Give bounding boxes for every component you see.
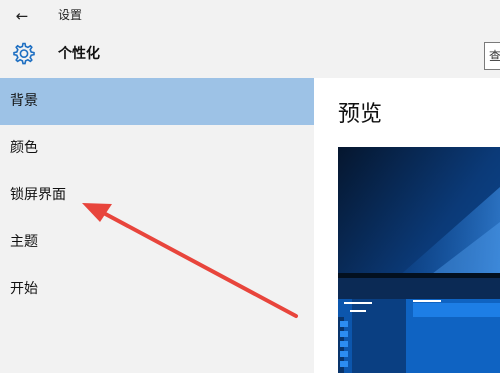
- search-input[interactable]: 查: [484, 42, 500, 70]
- desktop-preview: [338, 147, 500, 373]
- sidebar-item-background[interactable]: 背景: [0, 78, 314, 125]
- back-arrow-icon: ←: [15, 7, 29, 25]
- sidebar-item-start[interactable]: 开始: [0, 266, 314, 313]
- preview-heading: 预览: [338, 102, 383, 127]
- app-title: 设置: [58, 8, 83, 22]
- gear-icon: [13, 42, 35, 65]
- sidebar-item-lock-screen[interactable]: 锁屏界面: [0, 172, 314, 219]
- sidebar-item-themes[interactable]: 主题: [0, 219, 314, 266]
- page-header: 个性化 查: [0, 32, 500, 78]
- sidebar: 背景 颜色 锁屏界面 主题 开始: [0, 78, 314, 373]
- preview-wallpaper-image: [338, 147, 500, 373]
- sidebar-item-colors[interactable]: 颜色: [0, 125, 314, 172]
- main-content: 预览: [314, 78, 500, 373]
- back-button[interactable]: ←: [10, 6, 34, 26]
- title-bar: ← 设置: [0, 0, 500, 32]
- page-title: 个性化: [58, 46, 100, 62]
